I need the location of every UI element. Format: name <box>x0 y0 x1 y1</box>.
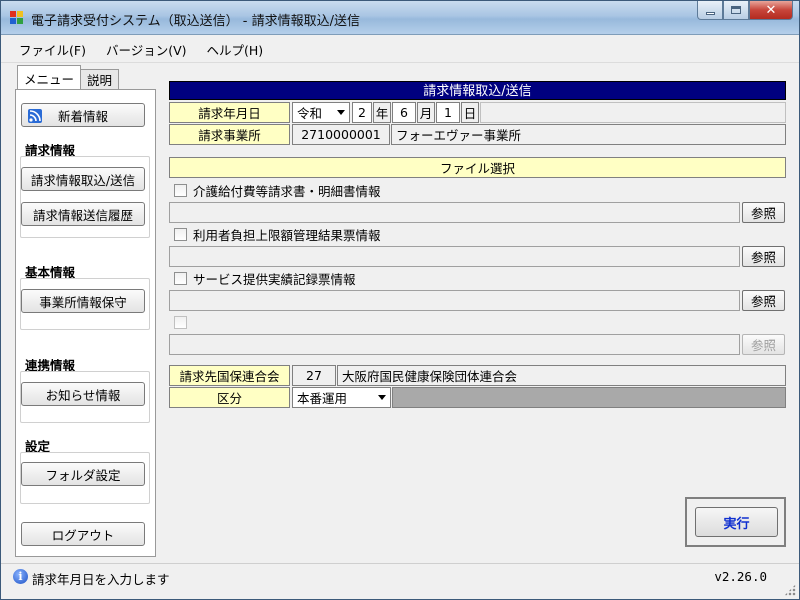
title-bar[interactable]: 電子請求受付システム（取込送信） - 請求情報取込/送信 ✕ <box>1 1 799 35</box>
era-value: 令和 <box>297 106 323 121</box>
file-path-3[interactable] <box>169 290 740 311</box>
tab-menu[interactable]: メニュー <box>17 65 82 89</box>
destination-code: 27 <box>292 365 336 386</box>
category-label: 区分 <box>169 387 290 408</box>
file-checkbox-3[interactable] <box>174 271 187 285</box>
logout-button[interactable]: ログアウト <box>21 522 145 546</box>
feed-icon <box>28 109 42 123</box>
date-row-filler <box>480 102 786 123</box>
version-label: v2.26.0 <box>714 569 767 584</box>
office-info-button[interactable]: 事業所情報保守 <box>21 289 145 313</box>
day-unit: 日 <box>461 102 479 123</box>
file-row-4 <box>169 311 786 333</box>
era-select[interactable]: 令和 <box>292 102 350 123</box>
file-row-2: 利用者負担上限額管理結果票情報 <box>169 223 786 245</box>
category-value: 本番運用 <box>297 391 348 406</box>
month-input[interactable]: 6 <box>392 102 416 123</box>
file-row-3: サービス提供実績記録票情報 <box>169 267 786 289</box>
info-icon: i <box>13 569 28 584</box>
file-path-2[interactable] <box>169 246 740 267</box>
year-unit: 年 <box>373 102 391 123</box>
menu-version[interactable]: バージョン(V) <box>96 40 197 59</box>
minimize-button[interactable] <box>697 1 723 20</box>
app-icon <box>10 11 24 25</box>
close-icon: ✕ <box>765 2 777 18</box>
minimize-icon <box>705 11 715 15</box>
file-label-1: 介護給付費等請求書・明細書情報 <box>193 183 381 199</box>
menu-bar: ファイル(F) バージョン(V) ヘルプ(H) <box>1 36 799 63</box>
file-label-3: サービス提供実績記録票情報 <box>193 271 356 287</box>
billing-history-button[interactable]: 請求情報送信履歴 <box>21 202 145 226</box>
tab-help[interactable]: 説明 <box>80 69 120 89</box>
browse-button-1[interactable]: 参照 <box>742 202 785 223</box>
category-select[interactable]: 本番運用 <box>292 387 391 408</box>
status-bar: i 請求年月日を入力します v2.26.0 <box>1 563 799 599</box>
billing-date-label: 請求年月日 <box>169 102 290 123</box>
file-path-4 <box>169 334 740 355</box>
year-input[interactable]: 2 <box>352 102 372 123</box>
day-input[interactable]: 1 <box>436 102 460 123</box>
file-checkbox-1[interactable] <box>174 183 187 197</box>
browse-button-4: 参照 <box>742 334 785 355</box>
news-button-label: 新着情報 <box>57 108 108 124</box>
maximize-button[interactable] <box>723 1 749 20</box>
notice-button[interactable]: お知らせ情報 <box>21 382 145 406</box>
chevron-down-icon <box>337 110 345 115</box>
execute-frame: 実行 <box>685 497 786 547</box>
app-window: 電子請求受付システム（取込送信） - 請求情報取込/送信 ✕ ファイル(F) バ… <box>0 0 800 600</box>
office-label: 請求事業所 <box>169 124 290 145</box>
menu-file[interactable]: ファイル(F) <box>9 40 96 59</box>
sidebar-panel: 新着情報 請求情報 請求情報取込/送信 請求情報送信履歴 基本情報 事業所情報保… <box>15 89 156 557</box>
destination-label: 請求先国保連合会 <box>169 365 290 386</box>
execute-button[interactable]: 実行 <box>695 507 778 537</box>
billing-import-button[interactable]: 請求情報取込/送信 <box>21 167 145 191</box>
destination-name: 大阪府国民健康保険団体連合会 <box>337 365 786 386</box>
left-tabs: メニュー 説明 <box>17 65 120 89</box>
maximize-icon <box>731 6 741 14</box>
file-path-1[interactable] <box>169 202 740 223</box>
office-name: フォーエヴァー事業所 <box>391 124 786 145</box>
file-label-2: 利用者負担上限額管理結果票情報 <box>193 227 381 243</box>
browse-button-2[interactable]: 参照 <box>742 246 785 267</box>
file-checkbox-4 <box>174 315 187 329</box>
menu-help[interactable]: ヘルプ(H) <box>197 40 274 59</box>
browse-button-3[interactable]: 参照 <box>742 290 785 311</box>
news-button[interactable]: 新着情報 <box>21 103 145 127</box>
month-unit: 月 <box>417 102 435 123</box>
office-code: 2710000001 <box>292 124 390 145</box>
file-select-header: ファイル選択 <box>169 157 786 178</box>
folder-settings-button[interactable]: フォルダ設定 <box>21 462 145 486</box>
file-row-1: 介護給付費等請求書・明細書情報 <box>169 179 786 201</box>
page-title: 請求情報取込/送信 <box>169 81 786 100</box>
close-button[interactable]: ✕ <box>749 1 793 20</box>
resize-grip-icon[interactable] <box>784 584 796 596</box>
file-checkbox-2[interactable] <box>174 227 187 241</box>
category-filler <box>392 387 786 408</box>
window-title: 電子請求受付システム（取込送信） - 請求情報取込/送信 <box>31 14 360 29</box>
chevron-down-icon <box>378 395 386 400</box>
status-message: 請求年月日を入力します <box>32 572 170 587</box>
